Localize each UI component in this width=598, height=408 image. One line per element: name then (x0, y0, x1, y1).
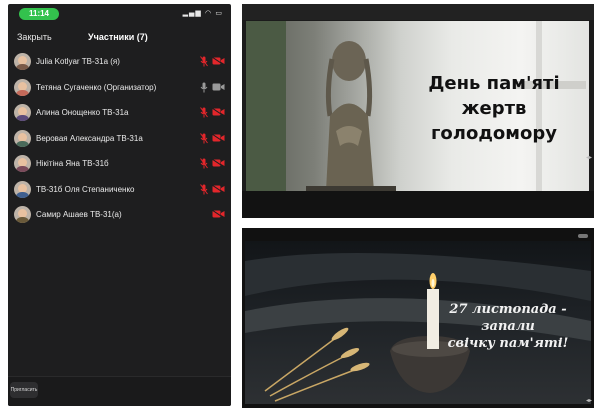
mic-icon (200, 82, 208, 92)
video-off-icon (212, 184, 225, 193)
slide-title: 27 листопада - запали свічку пам'яті! (447, 302, 569, 351)
participants-panel: 11:14 ▂▄▆ ◠ ▭ Закрыть Участники (7) Juli… (8, 4, 231, 406)
slide-bottom-bar (242, 191, 594, 218)
participant-row[interactable]: Алина Онощенко ТВ-31а (8, 100, 231, 126)
slide-nav-icon[interactable]: ◂▸ (586, 154, 592, 161)
video-off-icon (212, 210, 225, 218)
participant-row[interactable]: Julia Kotlyar ТВ-31а (я) (8, 49, 231, 75)
nav-bar: Закрыть Участники (7) (8, 26, 231, 48)
participant-row[interactable]: Нікітіна Яна ТВ-31б (8, 151, 231, 177)
avatar (14, 104, 31, 121)
battery-icon: ▭ (215, 9, 223, 17)
slide-memorial-day: День пам'яті жертв голодомору ◂▸ (242, 4, 594, 218)
close-button[interactable]: Закрыть (17, 32, 52, 42)
video-off-icon (212, 133, 225, 142)
video-off-icon (212, 108, 225, 116)
avatar (14, 78, 31, 96)
status-time: 11:14 (19, 8, 59, 20)
slide-nav-icon[interactable]: ◂▸ (586, 397, 592, 404)
slide-menu-icon[interactable] (578, 234, 588, 238)
avatar (14, 180, 31, 198)
participant-name: Алина Онощенко ТВ-31а (36, 108, 129, 117)
participant-name: Веровая Александра ТВ-31а (36, 133, 143, 143)
status-bar: 11:14 ▂▄▆ ◠ ▭ (8, 4, 231, 22)
signal-icon: ▂▄▆ (182, 9, 202, 17)
participant-name: Нікітіна Яна ТВ-31б (36, 159, 109, 168)
mic-muted-icon (200, 183, 208, 194)
avatar (14, 53, 31, 70)
slide-top-bar (242, 4, 594, 20)
wifi-icon: ◠ (205, 9, 213, 17)
mic-muted-icon (200, 132, 208, 143)
slide-candle: 27 листопада - запали свічку пам'яті! ◂▸ (242, 228, 594, 408)
video-icon (212, 83, 225, 90)
avatar (14, 129, 31, 147)
slide-image: 27 листопада - запали свічку пам'яті! (245, 241, 591, 404)
video-off-icon (212, 57, 225, 65)
video-off-icon (212, 159, 225, 167)
screen: 11:14 ▂▄▆ ◠ ▭ Закрыть Участники (7) Juli… (0, 0, 598, 408)
avatar (14, 155, 31, 172)
participants-title: Участники (7) (88, 32, 148, 42)
bottom-bar: Пригласить (8, 376, 231, 406)
participant-list: Julia Kotlyar ТВ-31а (я) Тетяна Сугаченко… (8, 49, 231, 228)
participant-name: ТВ-31б Оля Степаниченко (36, 184, 135, 194)
mic-muted-icon (200, 56, 208, 67)
mic-muted-icon (200, 158, 208, 169)
status-icons: ▂▄▆ ◠ ▭ (183, 9, 223, 17)
avatar (14, 206, 31, 223)
participant-name: Тетяна Сугаченко (Организатор) (36, 82, 157, 92)
participant-row[interactable]: Тетяна Сугаченко (Организатор) (8, 75, 231, 101)
slide-title: День пам'яті жертв голодомору (428, 73, 560, 144)
participant-row[interactable]: Веровая Александра ТВ-31а (8, 126, 231, 152)
mic-muted-icon (200, 107, 208, 118)
participant-name: Julia Kotlyar ТВ-31а (я) (36, 57, 120, 66)
slide-image: День пам'яті жертв голодомору (246, 21, 589, 191)
participant-name: Самир Ашаев ТВ-31(а) (36, 210, 122, 219)
participant-row[interactable]: Самир Ашаев ТВ-31(а) (8, 202, 231, 228)
participant-row[interactable]: ТВ-31б Оля Степаниченко (8, 177, 231, 203)
invite-button[interactable]: Пригласить (10, 382, 38, 398)
